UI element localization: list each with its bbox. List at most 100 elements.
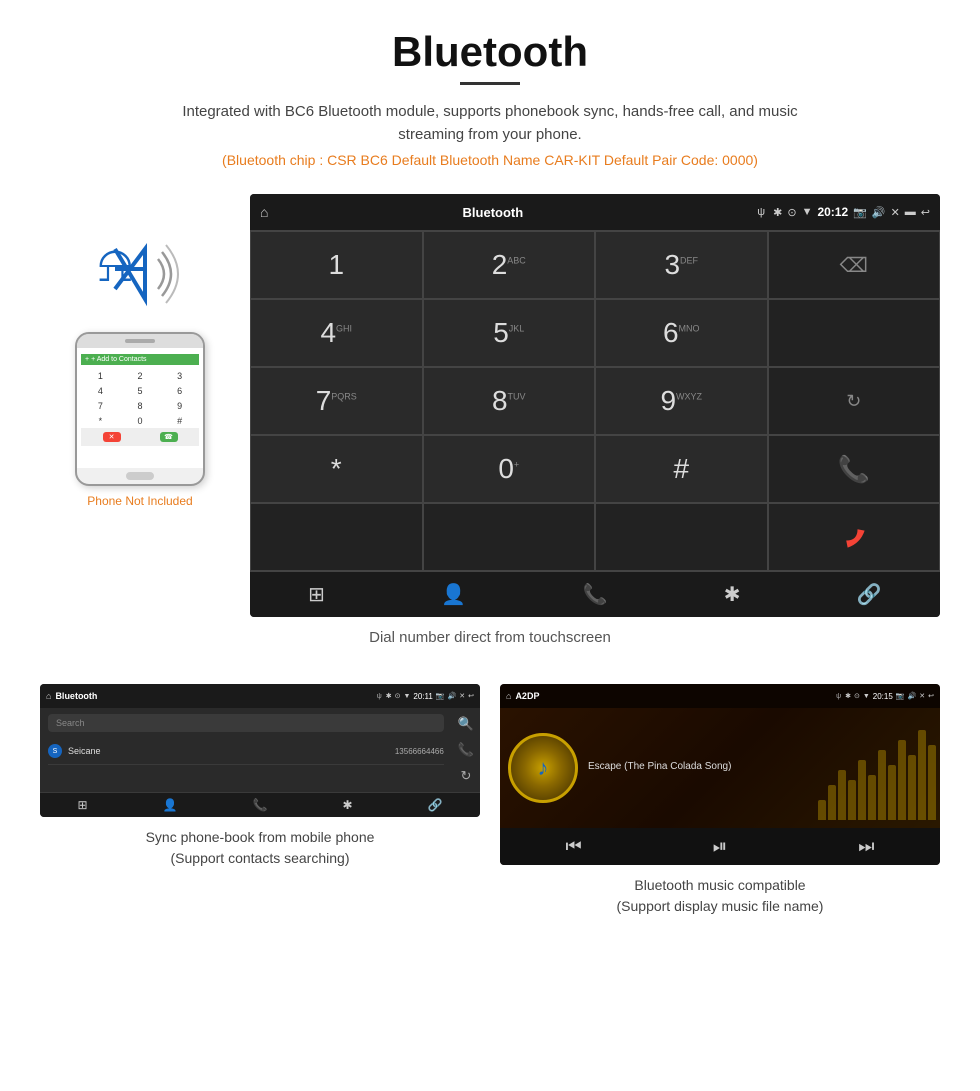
phone-call-button[interactable]: ☎ <box>160 432 178 442</box>
mini-nav-apps[interactable]: ⊞ <box>78 798 88 812</box>
phonebook-main: Search S Seicane 13566664466 <box>40 708 452 792</box>
phone-dialpad: 123 456 789 *0# <box>81 369 199 428</box>
dial-key-3[interactable]: 3DEF <box>595 231 768 299</box>
eq-bar-1 <box>818 800 826 820</box>
phone-bottom-bar: ✕ ☎ <box>81 428 199 446</box>
window-icon: ▬ <box>905 206 916 218</box>
nav-phone-icon[interactable]: 📞 <box>583 582 608 607</box>
car-screen-title: Bluetooth <box>250 205 749 220</box>
mini-sig-icon: ▼ <box>403 693 410 700</box>
dial-key-6[interactable]: 6MNO <box>595 299 768 367</box>
phonebook-screen-title: Bluetooth <box>55 691 372 701</box>
dial-key-4[interactable]: 4GHI <box>250 299 423 367</box>
music-vol-icon: 🔊 <box>908 692 917 700</box>
page-title: Bluetooth <box>0 28 980 76</box>
phonebook-caption: Sync phone-book from mobile phone (Suppo… <box>40 827 480 869</box>
dial-delete-cell[interactable]: ⌫ <box>768 231 941 299</box>
mini-back-icon[interactable]: ↩ <box>468 692 474 700</box>
volume-icon: 🔊 <box>872 206 886 219</box>
eq-bar-11 <box>918 730 926 820</box>
mini-nav-bt[interactable]: ✱ <box>342 798 352 812</box>
prev-track-button[interactable]: ⏮ <box>566 836 582 857</box>
mini-nav-link[interactable]: 🔗 <box>428 798 443 812</box>
search-bar[interactable]: Search <box>48 714 444 732</box>
music-caption: Bluetooth music compatible (Support disp… <box>500 875 940 917</box>
dial-key-1[interactable]: 1 <box>250 231 423 299</box>
next-track-button[interactable]: ⏭ <box>858 836 874 857</box>
page-header: Bluetooth Integrated with BC6 Bluetooth … <box>0 0 980 194</box>
mini-nav-phone[interactable]: 📞 <box>253 798 268 812</box>
contact-avatar: S <box>48 744 62 758</box>
mini-usb-icon: ψ <box>377 693 382 700</box>
music-bt-icon: ✱ <box>845 692 851 700</box>
signal-icon: ▼ <box>802 206 813 218</box>
nav-bluetooth-icon[interactable]: ✱ <box>724 582 741 607</box>
close-icon: ✕ <box>891 206 900 219</box>
music-content: ♪ Escape (The Pina Colada Song) <box>500 708 940 828</box>
music-close-icon: ✕ <box>919 692 925 700</box>
phone-top-bar <box>77 334 203 348</box>
end-call-icon <box>838 526 870 548</box>
car-nav-bar: ⊞ 👤 📞 ✱ 🔗 <box>250 571 940 617</box>
dial-key-8[interactable]: 8TUV <box>423 367 596 435</box>
eq-bar-12 <box>928 745 936 820</box>
page-subtitle: Integrated with BC6 Bluetooth module, su… <box>150 101 830 146</box>
music-loc-icon: ⊙ <box>854 692 860 700</box>
album-bt-icon: ♪ <box>538 755 549 781</box>
dial-key-hash[interactable]: # <box>595 435 768 503</box>
bluetooth-icon-container: ⍾ <box>90 234 190 314</box>
mini-nav-contacts[interactable]: 👤 <box>163 798 178 812</box>
nav-link-icon[interactable]: 🔗 <box>857 582 882 607</box>
eq-bar-4 <box>848 780 856 820</box>
phone-contact-bar: ++ Add to Contacts <box>81 354 199 365</box>
dial-key-2[interactable]: 2ABC <box>423 231 596 299</box>
phonebook-side-icons: 🔍 📞 ↻ <box>452 708 480 792</box>
nav-contacts-icon[interactable]: 👤 <box>441 582 466 607</box>
phonebook-time: 20:11 <box>413 692 432 701</box>
refresh-side-icon[interactable]: ↻ <box>460 768 471 784</box>
music-back-icon[interactable]: ↩ <box>928 692 934 700</box>
eq-bar-2 <box>828 785 836 820</box>
status-time: 20:12 <box>817 205 848 219</box>
mini-loc-icon: ⊙ <box>395 692 401 700</box>
phonebook-nav-bar: ⊞ 👤 📞 ✱ 🔗 <box>40 792 480 817</box>
music-controls: ⏮ ⏯ ⏭ <box>500 828 940 865</box>
music-screen: ⌂ A2DP ψ ✱ ⊙ ▼ 20:15 📷 🔊 ✕ ↩ <box>500 684 940 865</box>
dial-empty-2 <box>250 503 423 571</box>
dial-refresh-cell[interactable]: ↻ <box>768 367 941 435</box>
dial-key-star[interactable]: * <box>250 435 423 503</box>
dial-key-5[interactable]: 5JKL <box>423 299 596 367</box>
phone-end-button[interactable]: ✕ <box>103 432 121 442</box>
phone-speaker <box>125 339 155 343</box>
mini-home-icon[interactable]: ⌂ <box>46 691 51 701</box>
nav-apps-icon[interactable]: ⊞ <box>308 582 325 607</box>
music-status-icons: ✱ ⊙ ▼ 20:15 📷 🔊 ✕ ↩ <box>845 692 934 701</box>
bottom-section: ⌂ Bluetooth ψ ✱ ⊙ ▼ 20:11 📷 🔊 ✕ ↩ Sea <box>0 684 980 947</box>
eq-bar-8 <box>888 765 896 820</box>
phone-home-button[interactable] <box>126 472 154 480</box>
call-side-icon[interactable]: 📞 <box>458 742 474 758</box>
music-home-icon[interactable]: ⌂ <box>506 691 511 701</box>
search-side-icon[interactable]: 🔍 <box>458 716 474 732</box>
music-caption-line1: Bluetooth music compatible <box>500 875 940 896</box>
eq-bars <box>814 708 940 828</box>
contact-row[interactable]: S Seicane 13566664466 <box>48 738 444 765</box>
music-status-bar: ⌂ A2DP ψ ✱ ⊙ ▼ 20:15 📷 🔊 ✕ ↩ <box>500 684 940 708</box>
dial-call-green-cell[interactable]: 📞 <box>768 435 941 503</box>
music-panel: ⌂ A2DP ψ ✱ ⊙ ▼ 20:15 📷 🔊 ✕ ↩ <box>500 684 940 917</box>
play-pause-button[interactable]: ⏯ <box>713 836 727 857</box>
eq-bar-5 <box>858 760 866 820</box>
eq-bar-6 <box>868 775 876 820</box>
mini-close-icon: ✕ <box>459 692 465 700</box>
phone-not-included-label: Phone Not Included <box>87 494 192 508</box>
eq-bar-10 <box>908 755 916 820</box>
dial-key-9[interactable]: 9WXYZ <box>595 367 768 435</box>
phone-mockup: ++ Add to Contacts 123 456 789 *0# ✕ ☎ <box>75 332 205 486</box>
dial-call-red-cell[interactable] <box>768 503 941 571</box>
dial-key-7[interactable]: 7PQRS <box>250 367 423 435</box>
dial-empty-4 <box>595 503 768 571</box>
mini-cam-icon: 📷 <box>436 692 445 700</box>
dial-key-0[interactable]: 0+ <box>423 435 596 503</box>
bluetooth-status-icon: ✱ <box>773 206 782 219</box>
back-icon[interactable]: ↩ <box>921 206 930 219</box>
